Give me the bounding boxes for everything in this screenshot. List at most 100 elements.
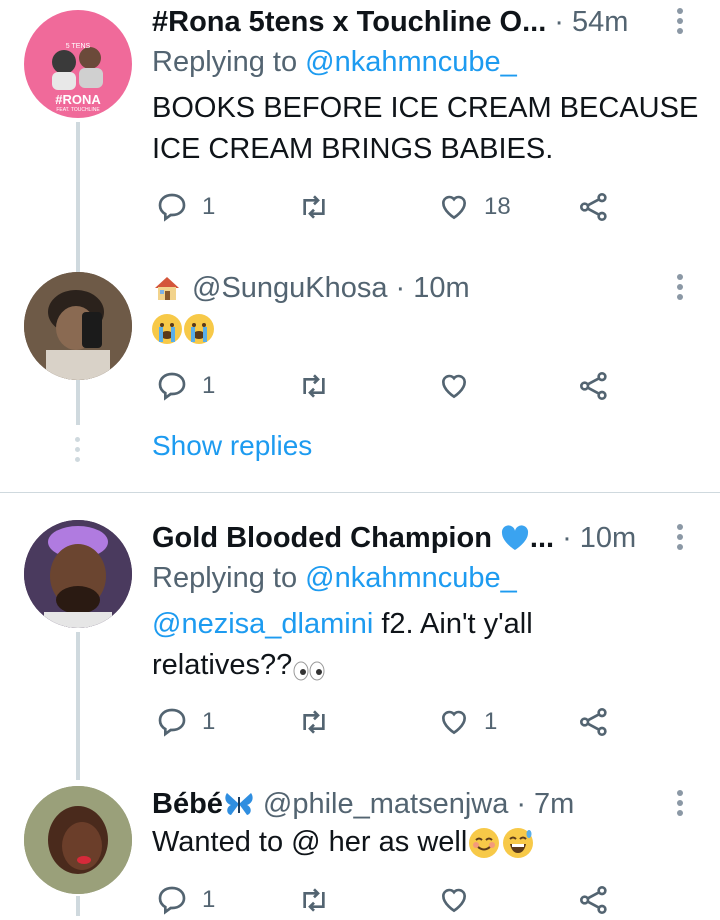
avatar[interactable] [24, 272, 132, 380]
separator-dot: · [516, 787, 527, 820]
avatar[interactable] [24, 520, 132, 628]
eyes-emoji [292, 656, 326, 681]
tweet-actions: 1 18 [152, 187, 632, 227]
svg-text:5 TENS: 5 TENS [66, 43, 91, 50]
retweet-icon [303, 710, 325, 734]
heart-icon [441, 888, 467, 913]
share-icon [580, 708, 607, 736]
tweet-text-line [152, 312, 214, 345]
tweet-header: Bébé @phile_matsenjwa · 7m [152, 782, 660, 826]
mention-link[interactable]: @nkahmncube_ [305, 562, 517, 594]
tweet-text-line: Wanted to @ her as well [152, 826, 534, 859]
reply-button[interactable]: 1 [156, 366, 215, 406]
grinning-sweat-emoji [503, 828, 534, 859]
reply-count: 1 [202, 193, 216, 220]
avatar-image [24, 520, 132, 628]
tweet-actions: 1 [152, 880, 632, 920]
retweet-icon [303, 195, 325, 219]
butterfly-emoji [223, 789, 255, 819]
tweet-text-line: @nezisa_dlamini f2. Ain't y'all [152, 608, 533, 640]
mention-link[interactable]: @nkahmncube_ [305, 46, 517, 78]
separator-dot: · [562, 521, 572, 554]
tweet-actions: 1 1 [152, 702, 632, 742]
blue-heart-emoji [500, 523, 530, 553]
like-button[interactable]: 1 [438, 702, 497, 742]
tweet-text-line: relatives?? [152, 649, 326, 682]
like-count: 18 [484, 193, 511, 220]
more-options-icon[interactable] [676, 790, 684, 816]
share-icon [580, 886, 607, 914]
tweet-text-line: ICE CREAM BRINGS BABIES. [152, 133, 554, 165]
share-button[interactable] [578, 187, 610, 227]
retweet-button[interactable] [298, 366, 330, 406]
reply-button[interactable]: 1 [156, 187, 215, 227]
heart-icon [441, 710, 467, 735]
avatar-image: #RONA 5 TENS FEAT. TOUCHLINE [52, 43, 103, 113]
timestamp[interactable]: 7m [534, 788, 574, 821]
share-icon [580, 193, 607, 221]
crying-face-emoji [184, 314, 214, 345]
tweet[interactable]: Gold Blooded Champion ... · 10m Replying… [0, 516, 720, 776]
like-count: 1 [484, 708, 498, 735]
more-options-icon[interactable] [676, 524, 684, 550]
tweet-header: #Rona 5tens x Touchline O... · 54m [152, 0, 660, 44]
reply-icon [158, 372, 186, 401]
reply-icon [158, 886, 186, 915]
display-name[interactable]: Gold Blooded Champion [152, 522, 492, 555]
display-name[interactable]: #Rona 5tens x Touchline O... [152, 6, 546, 39]
timestamp[interactable]: 54m [572, 6, 628, 39]
like-button[interactable] [438, 880, 470, 920]
replying-to: Replying to @nkahmncube_ [152, 562, 517, 594]
conversation-divider [0, 492, 720, 493]
share-icon [580, 372, 607, 400]
avatar-image [24, 272, 132, 380]
share-button[interactable] [578, 880, 610, 920]
tweet-actions: 1 [152, 366, 632, 406]
tweet-header: Gold Blooded Champion ... · 10m [152, 516, 660, 560]
show-replies-link[interactable]: Show replies [152, 430, 312, 462]
avatar-image [24, 786, 132, 894]
tweet[interactable]: #RONA 5 TENS FEAT. TOUCHLINE #Rona 5tens… [0, 0, 720, 250]
timestamp[interactable]: 10m [413, 272, 469, 305]
avatar[interactable] [24, 786, 132, 894]
replying-to: Replying to @nkahmncube_ [152, 46, 517, 78]
mention-link[interactable]: @nezisa_dlamini [152, 608, 373, 640]
handle[interactable]: @phile_matsenjwa [263, 788, 508, 821]
heart-icon [441, 195, 467, 220]
more-options-icon[interactable] [676, 8, 684, 34]
tweet-header: @SunguKhosa · 10m [152, 266, 660, 310]
more-options-icon[interactable] [676, 274, 684, 300]
separator-dot: · [554, 5, 564, 38]
reply-button[interactable]: 1 [156, 880, 215, 920]
tweet[interactable]: Bébé @phile_matsenjwa · 7m Wanted to @ h… [0, 782, 720, 916]
svg-text:FEAT. TOUCHLINE: FEAT. TOUCHLINE [56, 107, 100, 113]
reply-icon [158, 708, 186, 737]
reply-count: 1 [202, 372, 216, 399]
retweet-icon [303, 374, 325, 398]
tweet[interactable]: @SunguKhosa · 10m 1 Show replies [0, 266, 720, 476]
retweet-icon [303, 888, 325, 912]
tweet-text-line: BOOKS BEFORE ICE CREAM BECAUSE [152, 92, 699, 124]
timestamp[interactable]: 10m [580, 522, 636, 555]
retweet-button[interactable] [298, 880, 330, 920]
reply-count: 1 [202, 708, 216, 735]
reply-icon [158, 193, 186, 222]
crying-face-emoji [152, 314, 182, 345]
avatar-logo-text: #RONA [55, 92, 101, 107]
display-name[interactable]: Bébé [152, 788, 223, 821]
share-button[interactable] [578, 366, 610, 406]
smiling-face-emoji [469, 828, 500, 859]
house-emoji [152, 273, 182, 303]
retweet-button[interactable] [298, 187, 330, 227]
separator-dot: · [395, 271, 406, 304]
reply-button[interactable]: 1 [156, 702, 215, 742]
heart-icon [441, 374, 467, 399]
handle[interactable]: @SunguKhosa [192, 272, 388, 305]
like-button[interactable]: 18 [438, 187, 511, 227]
reply-count: 1 [202, 886, 216, 913]
like-button[interactable] [438, 366, 470, 406]
avatar[interactable]: #RONA 5 TENS FEAT. TOUCHLINE [24, 10, 132, 118]
retweet-button[interactable] [298, 702, 330, 742]
share-button[interactable] [578, 702, 610, 742]
display-name-ellipsis: ... [529, 521, 555, 554]
